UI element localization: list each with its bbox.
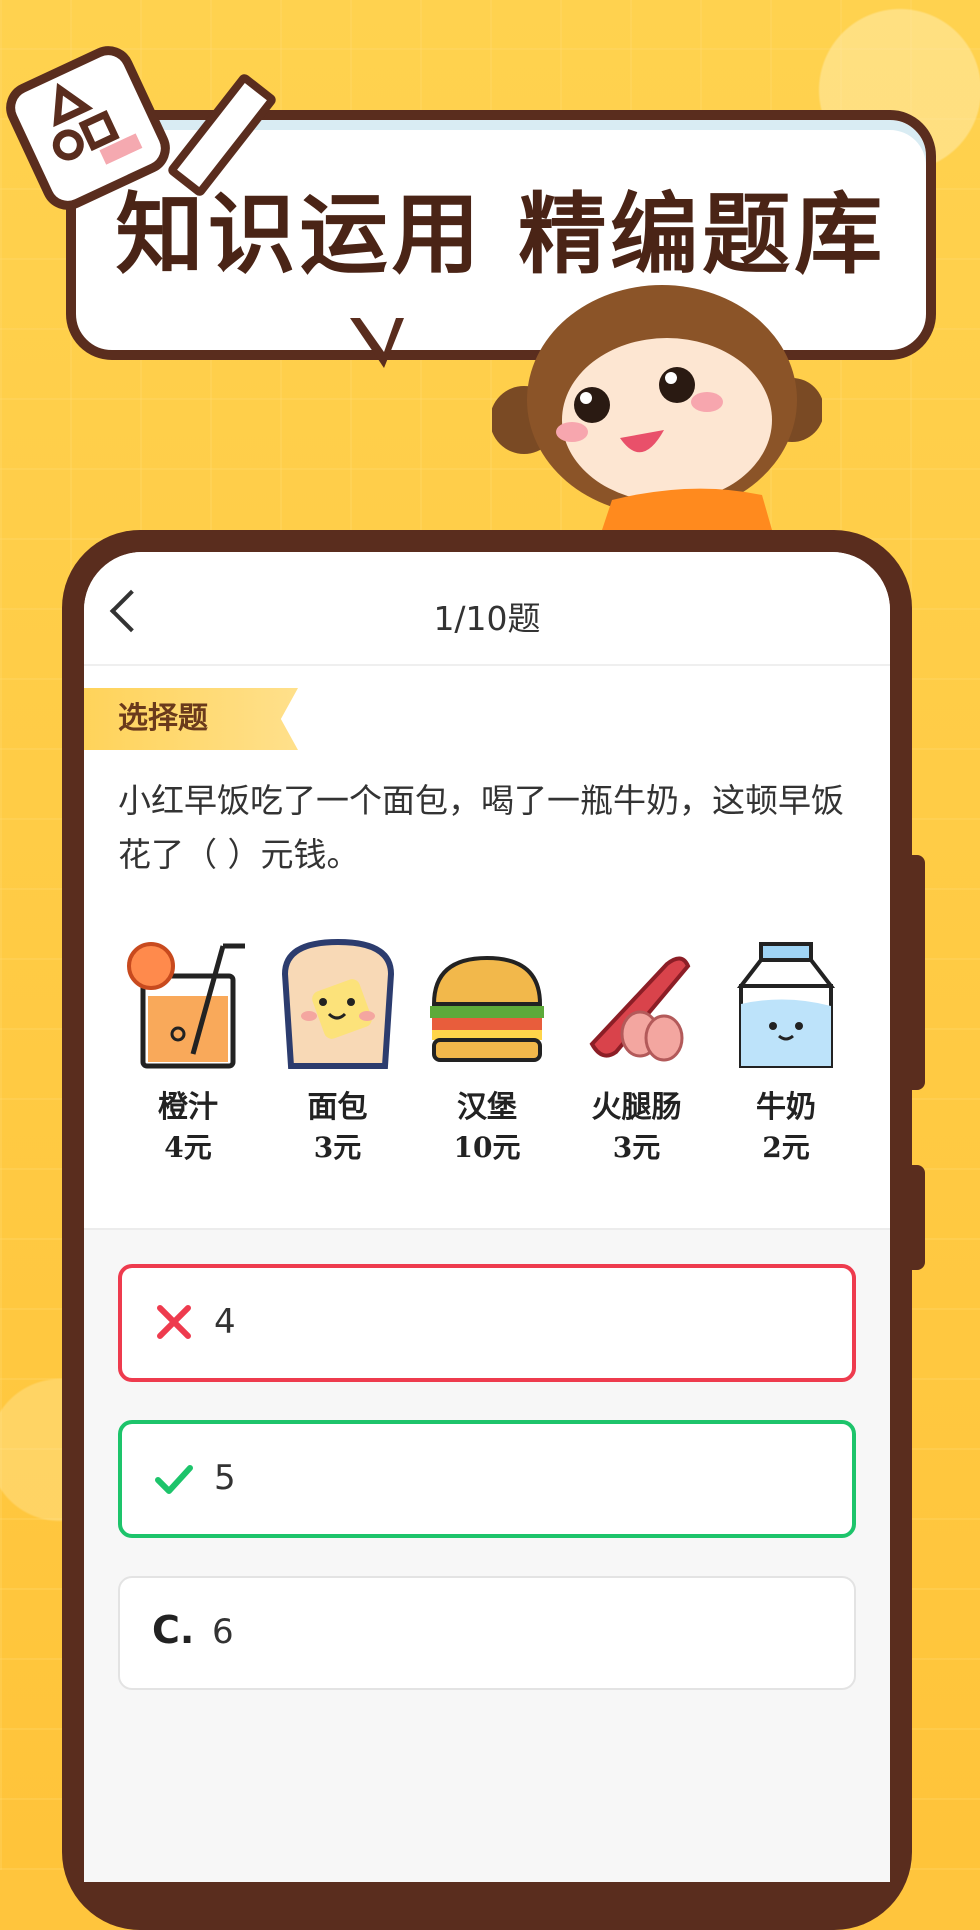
food-item: 面包 3元 xyxy=(268,934,408,1166)
orange-juice-icon xyxy=(127,942,245,1069)
answer-option-correct[interactable]: 5 xyxy=(118,1420,856,1538)
food-name: 面包 xyxy=(307,1090,368,1125)
food-name: 牛奶 xyxy=(756,1090,816,1125)
question-text: 小红早饭吃了一个面包，喝了一瓶牛奶，这顿早饭花了（ ）元钱。 xyxy=(118,781,844,874)
checkmark-icon xyxy=(155,1465,193,1494)
phone-side-button xyxy=(903,855,925,1090)
option-value: 6 xyxy=(212,1612,234,1652)
food-price: 3元 xyxy=(313,1131,362,1164)
page-title: 1/10题 xyxy=(433,599,541,638)
food-price: 2元 xyxy=(762,1131,810,1164)
answer-option-wrong[interactable]: 4 xyxy=(118,1264,856,1382)
top-bar: 1/10题 xyxy=(84,552,890,666)
app-screen: 1/10题 选择题 小红早饭吃了一个面包，喝了一瓶牛奶，这顿早饭花了（ ）元钱。… xyxy=(84,552,890,1882)
monkey-mascot-icon xyxy=(492,285,822,530)
food-item: 牛奶 2元 xyxy=(716,934,856,1166)
question-type-badge: 选择题 xyxy=(84,688,298,750)
food-price: 4元 xyxy=(164,1131,212,1164)
answer-option-c[interactable]: C. 6 xyxy=(118,1576,856,1690)
bread-icon xyxy=(281,938,394,1069)
food-name: 火腿肠 xyxy=(591,1090,682,1125)
food-item: 火腿肠 3元 xyxy=(567,934,707,1166)
question-card: 选择题 小红早饭吃了一个面包，喝了一瓶牛奶，这顿早饭花了（ ）元钱。 橙汁 4元 xyxy=(84,666,890,1230)
option-value: 5 xyxy=(214,1458,236,1498)
food-item: 汉堡 10元 xyxy=(417,934,557,1166)
bubble-tail-inner xyxy=(360,318,396,352)
food-price: 10元 xyxy=(453,1131,521,1164)
hamburger-icon xyxy=(430,955,544,1062)
food-name: 汉堡 xyxy=(457,1090,517,1125)
option-letter: C. xyxy=(152,1608,195,1652)
sausage-icon xyxy=(589,956,690,1062)
cross-icon xyxy=(157,1305,191,1339)
food-item: 橙汁 4元 xyxy=(118,934,258,1166)
option-value: 4 xyxy=(214,1302,236,1342)
answer-options: 4 5 C. 6 xyxy=(118,1264,856,1728)
food-price-list: 橙汁 4元 面包 3元 汉堡 10元 火腿肠 3元 牛奶 2元 xyxy=(118,934,856,1166)
food-name: 橙汁 xyxy=(158,1090,218,1125)
milk-icon xyxy=(736,942,836,1068)
food-price: 3元 xyxy=(612,1131,661,1164)
phone-side-button xyxy=(903,1165,925,1270)
